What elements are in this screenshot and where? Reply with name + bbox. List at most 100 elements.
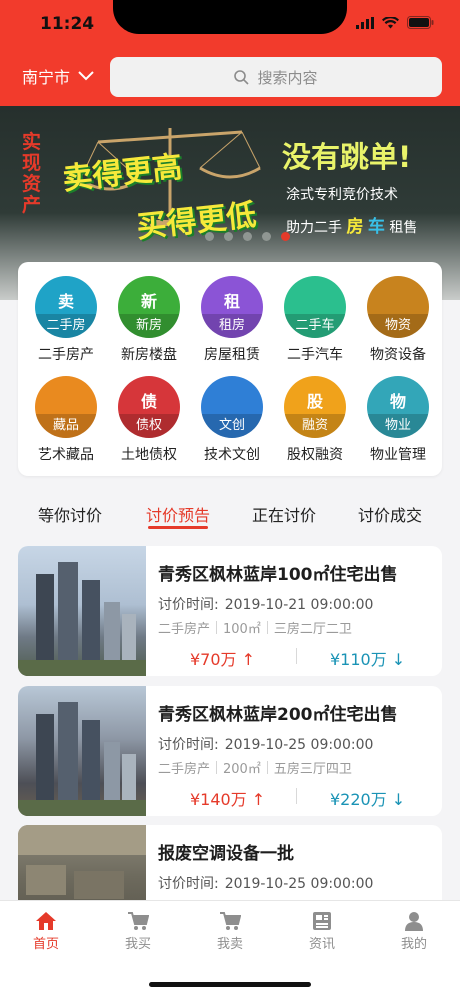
category-item[interactable]: 物资 物资设备 [356, 266, 440, 366]
listing-tabs: 等你讨价 讨价预告 正在讨价 讨价成交 [0, 492, 460, 536]
listing-title: 报废空调设备一批 [158, 844, 294, 864]
tabbar-label: 资讯 [308, 937, 335, 952]
city-selector[interactable]: 南宁市 [22, 64, 94, 88]
car-icon: 二手车 [284, 276, 346, 338]
tabbar-item-3[interactable]: 资讯 [292, 911, 352, 952]
search-placeholder: 搜索内容 [257, 68, 318, 87]
signal-icon [356, 16, 374, 29]
category-grid: 卖二手房 二手房产新新房 新房楼盘租租房 房屋租赁 二手车 二手汽车 物资 物资设备 藏品 艺术藏… [18, 262, 442, 476]
category-tag: 二手房 [35, 314, 97, 338]
banner-sub1: 涂式专利竞价技术 [286, 187, 398, 203]
category-item[interactable]: 新新房 新房楼盘 [107, 266, 191, 366]
active-tab-indicator [148, 526, 208, 529]
battery-icon [407, 16, 434, 29]
tab-0[interactable]: 等你讨价 [38, 502, 102, 526]
listing-prices: ¥140万 ↑ ¥220万 ↓ [158, 786, 438, 809]
category-item[interactable]: 卖二手房 二手房产 [24, 266, 108, 366]
banner-sub2-prefix: 助力二手 [286, 220, 342, 236]
category-tag: 二手车 [284, 314, 346, 338]
tabbar-label: 我的 [400, 937, 427, 952]
banner-dot[interactable] [262, 232, 271, 241]
tabbar-item-4[interactable]: 我的 [384, 911, 444, 952]
price-low: ¥140万 ↑ [190, 790, 266, 809]
listing-meta-item: 三房二厅二卫 [273, 622, 352, 637]
listing-meta: 二手房产 200㎡ 五房三厅四卫 [158, 758, 352, 777]
category-tag: 物资 [367, 314, 429, 338]
search-icon [234, 69, 250, 85]
category-item[interactable]: 债债权 土地债权 [107, 366, 191, 466]
banner-dot[interactable] [243, 232, 252, 241]
home-indicator [149, 982, 311, 987]
price-high: ¥220万 ↓ [330, 790, 406, 809]
category-item[interactable]: 二手车 二手汽车 [273, 266, 357, 366]
house-icon: 卖二手房 [35, 276, 97, 338]
banner-dot[interactable] [224, 232, 233, 241]
category-label: 土地债权 [121, 447, 177, 463]
listing-time: 讨价时间: 2019-10-25 09:00:00 [158, 873, 373, 893]
listing-time-value: 2019-10-25 09:00:00 [224, 737, 374, 753]
banner-dot[interactable] [205, 232, 214, 241]
rent-house-icon: 租租房 [201, 276, 263, 338]
category-label: 新房楼盘 [121, 347, 177, 363]
user-icon [384, 911, 444, 931]
news-icon [292, 911, 352, 931]
banner-sub2-suffix: 租售 [389, 220, 418, 236]
category-item[interactable]: 藏品 艺术藏品 [24, 366, 108, 466]
category-item[interactable]: 股融资 股权融资 [273, 366, 357, 466]
category-label: 股权融资 [287, 447, 343, 463]
category-tag: 藏品 [35, 414, 97, 438]
bulb-icon: 文创 [201, 376, 263, 438]
category-glyph: 卖 [57, 292, 74, 311]
category-label: 艺术藏品 [38, 447, 94, 463]
meta-divider [216, 621, 218, 634]
new-house-icon: 新新房 [118, 276, 180, 338]
wifi-icon [382, 16, 399, 28]
listing-time-value: 2019-10-21 09:00:00 [224, 597, 374, 613]
category-item[interactable]: 物物业 物业管理 [356, 366, 440, 466]
category-tag: 新房 [118, 314, 180, 338]
category-tag: 物业 [367, 414, 429, 438]
category-tag: 文创 [201, 414, 263, 438]
banner-pagination[interactable] [205, 232, 290, 241]
banner-dot[interactable] [281, 232, 290, 241]
category-label: 二手房产 [38, 347, 94, 363]
listing-meta-item: 二手房产 [158, 622, 211, 637]
tabbar-label: 首页 [32, 937, 59, 952]
category-glyph: 股 [306, 392, 323, 411]
tab-2[interactable]: 正在讨价 [252, 502, 316, 526]
tabbar-label: 我买 [124, 937, 151, 952]
tabbar-item-0[interactable]: 首页 [16, 911, 76, 952]
category-label: 物业管理 [370, 447, 426, 463]
category-item[interactable]: 文创 技术文创 [190, 366, 274, 466]
category-label: 二手汽车 [287, 347, 343, 363]
banner-headline: 没有跳单! [282, 140, 412, 174]
chevron-down-icon [78, 71, 94, 81]
home-icon [16, 911, 76, 931]
city-name: 南宁市 [22, 68, 71, 87]
listing-meta-item: 200㎡ [223, 762, 261, 777]
meta-divider [266, 621, 268, 634]
price-low: ¥70万 ↑ [190, 650, 256, 669]
search-input[interactable]: 搜索内容 [110, 57, 442, 97]
tab-3[interactable]: 讨价成交 [358, 502, 422, 526]
category-label: 物资设备 [370, 347, 426, 363]
banner-sub2-house: 房 [346, 217, 364, 237]
listing-card[interactable]: 青秀区枫林蓝岸100㎡住宅出售 讨价时间: 2019-10-21 09:00:00 二… [18, 546, 442, 676]
tabbar-item-1[interactable]: 我买 [108, 911, 168, 952]
category-glyph: 物 [389, 392, 406, 411]
listing-title: 青秀区枫林蓝岸200㎡住宅出售 [158, 705, 398, 725]
tabbar-label: 我卖 [216, 937, 243, 952]
banner-sub2: 助力二手 房 车 租售 [286, 212, 417, 237]
price-high: ¥110万 ↓ [330, 650, 406, 669]
category-glyph: 债 [140, 392, 157, 411]
tabbar-item-2[interactable]: 我卖 [200, 911, 260, 952]
banner-vertical-text: 实现资产 [22, 131, 42, 216]
listing-prices: ¥70万 ↑ ¥110万 ↓ [158, 646, 438, 669]
banner-sub2-car: 车 [367, 217, 385, 237]
listing-card[interactable]: 青秀区枫林蓝岸200㎡住宅出售 讨价时间: 2019-10-25 09:00:00 二… [18, 686, 442, 816]
listing-time-label: 讨价时间: [158, 597, 219, 613]
tab-1[interactable]: 讨价预告 [146, 502, 210, 526]
meta-divider [266, 761, 268, 774]
category-item[interactable]: 租租房 房屋租赁 [190, 266, 274, 366]
category-glyph: 新 [140, 292, 157, 311]
